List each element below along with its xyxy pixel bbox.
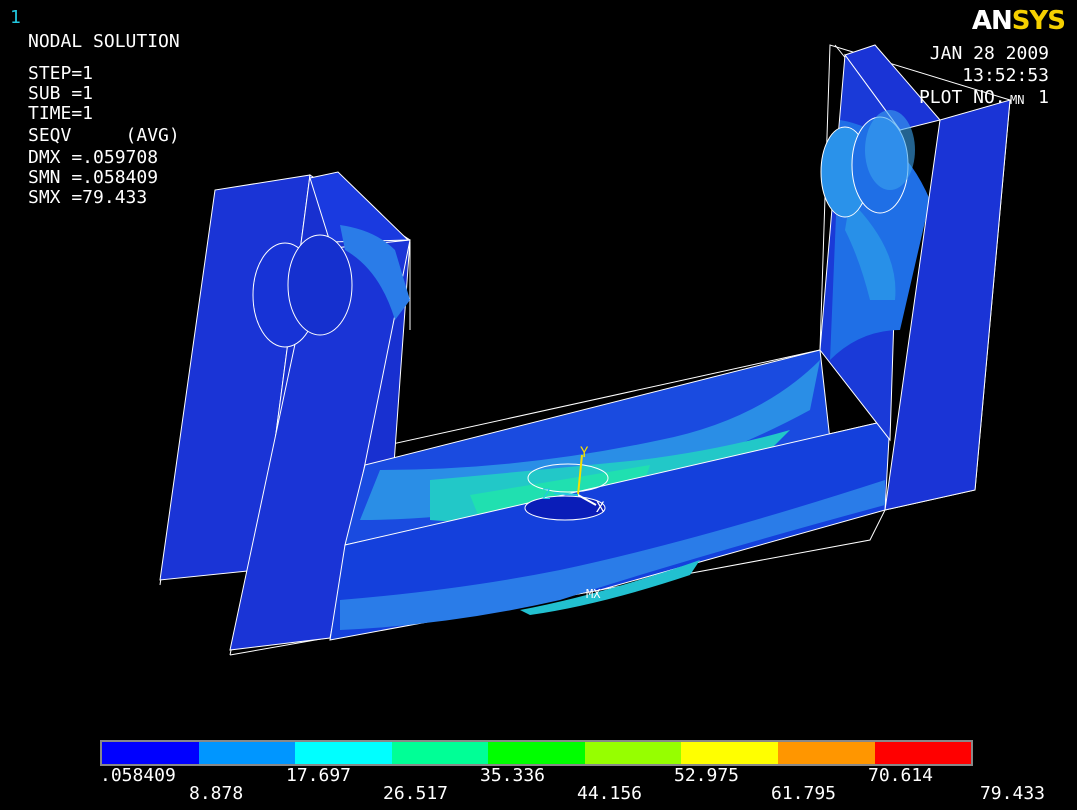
legend-swatch [391, 742, 489, 764]
legend-swatch [681, 742, 778, 764]
info-step: STEP=1 [28, 63, 94, 84]
info-result: SEQV (AVG) [28, 125, 180, 146]
legend-swatch [488, 742, 585, 764]
logo-part-an: AN [971, 6, 1013, 36]
info-time: TIME=1 [28, 103, 94, 124]
graphics-window: 1 ANSYS NODAL SOLUTION STEP=1 SUB =1 TIM… [0, 0, 1077, 810]
legend-label: .058409 [100, 765, 176, 786]
legend-label: 35.336 [480, 765, 546, 786]
logo-part-sys: SYS [1011, 6, 1066, 36]
legend-swatch [584, 742, 682, 764]
stamp-plot-number: PLOT NO. 1 [918, 87, 1049, 108]
triad-x-label: X [596, 500, 605, 516]
ansys-logo: ANSYS [971, 6, 1066, 36]
stamp-time: 13:52:53 [962, 65, 1049, 86]
min-marker: MN [1010, 93, 1025, 107]
legend-label: 61.795 [771, 783, 837, 804]
legend-swatch [777, 742, 875, 764]
plot-title: NODAL SOLUTION [28, 31, 180, 52]
legend-swatch [874, 742, 972, 764]
legend-label: 26.517 [383, 783, 449, 804]
info-dmx: DMX =.059708 [28, 147, 159, 168]
legend-label: 44.156 [577, 783, 643, 804]
legend-label: 70.614 [868, 765, 934, 786]
legend-label: 8.878 [189, 783, 244, 804]
info-sub: SUB =1 [28, 83, 94, 104]
legend-label: 52.975 [674, 765, 740, 786]
legend-swatch [102, 742, 199, 764]
contour-legend [100, 740, 973, 766]
triad-y-label: Y [580, 445, 589, 461]
window-number: 1 [10, 7, 21, 28]
base-plate [329, 349, 891, 641]
max-marker: MX [586, 587, 601, 601]
fea-model-view [159, 44, 1011, 656]
legend-swatch [295, 742, 392, 764]
legend-label: 79.433 [979, 783, 1045, 804]
info-smn: SMN =.058409 [28, 167, 159, 188]
legend-label: 17.697 [286, 765, 352, 786]
triad-z-label: Z [542, 487, 551, 503]
info-smx: SMX =79.433 [28, 187, 148, 208]
legend-swatch [198, 742, 296, 764]
stamp-date: JAN 28 2009 [929, 43, 1049, 64]
